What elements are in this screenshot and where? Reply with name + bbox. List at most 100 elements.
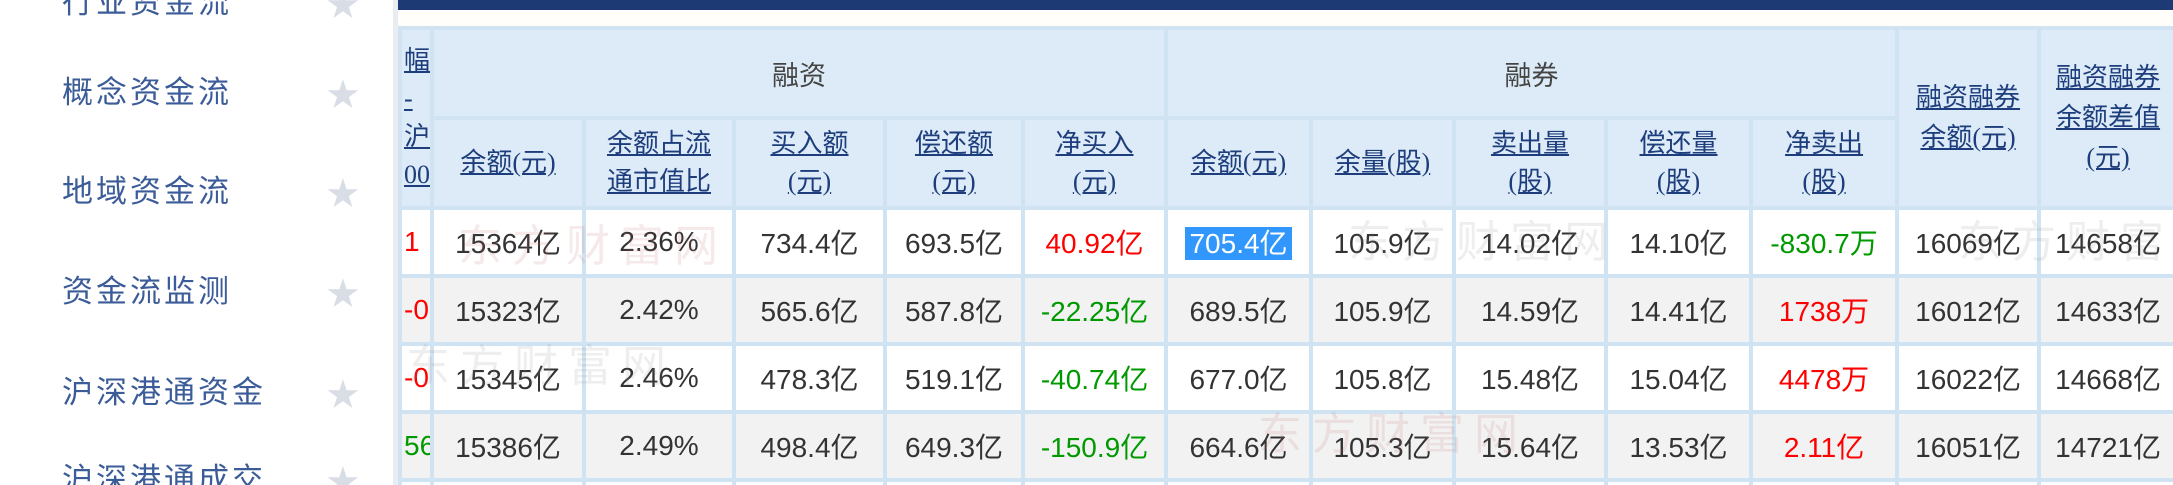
table-cell: 1738万 [1753,278,1896,342]
table-cell: -22.25亿 [1025,278,1165,342]
cell-change-clipped: 1 [402,210,430,274]
table-cell: 15345亿 [434,346,582,410]
table-cell: 105.9亿 [1313,210,1453,274]
table-cell: 14633亿 [2041,278,2173,342]
cell-change-clipped: -0 [402,278,430,342]
table-panel: 东方财富网 东方财富网 东方财富网 东方财富网 东方财富网 幅 -沪 00 融资… [398,0,2173,485]
sidebar-item-concept-fund-flow[interactable]: 概念资金流 ★ [0,71,393,117]
table-cell: 649.3亿 [887,414,1021,478]
sort-link[interactable]: 偿还额 (元) [915,129,993,196]
group-header-financing: 融资 [434,30,1165,116]
table-cell: 705.4亿 [1168,210,1310,274]
sidebar-item-fund-flow-monitor[interactable]: 资金流监测 ★ [0,270,393,316]
star-icon[interactable]: ★ [325,373,361,417]
star-icon[interactable]: ★ [325,0,361,27]
table-row: -0 15323亿 2.42% 565.6亿 587.8亿 -22.25亿 689.5亿 10… [402,278,2173,342]
sort-link[interactable]: 余额(元) [1191,148,1286,177]
table-cell: 587.8亿 [887,278,1021,342]
table-cell: 693.5亿 [887,210,1021,274]
star-icon[interactable]: ★ [325,73,361,117]
sidebar-item-region-fund-flow[interactable]: 地域资金流 ★ [0,170,393,216]
sort-link[interactable]: 融资融券 余额(元) [1916,83,2020,152]
table-cell: 15.48亿 [1456,346,1605,410]
col-header-fin-balance: 余额(元) [434,120,582,206]
table-cell: 519.1亿 [887,346,1021,410]
table-cell: 2.49% [586,414,732,478]
table-cell: 13.53亿 [1608,414,1750,478]
sort-link[interactable]: 余额占流 通市值比 [607,129,711,196]
col-header-short-repay-volume: 偿还量 (股) [1608,120,1750,206]
table-cell: 105.3亿 [1313,414,1453,478]
sort-link[interactable]: 买入额 (元) [770,129,848,196]
table-cell: 15323亿 [434,278,582,342]
table-cell: 105.8亿 [1313,346,1453,410]
sort-link[interactable]: 融资融券 余额差值 (元) [2056,63,2160,172]
star-icon[interactable]: ★ [325,460,361,485]
col-header-short-volume: 余量(股) [1313,120,1453,206]
sort-link[interactable]: 幅 -沪 00 [404,46,430,189]
col-header-margin-total-balance: 融资融券 余额(元) [1899,30,2038,206]
table-cell: 15.04亿 [1608,346,1750,410]
margin-trading-table: 幅 -沪 00 融资 融券 融资融券 余额(元) 融资融券 余额差值 (元) 余… [398,26,2173,485]
sidebar-item-hk-connect-turnover[interactable]: 沪深港通成交 ★ [0,458,393,485]
cell-change-clipped: 56 [402,414,430,478]
table-cell: 677.0亿 [1168,346,1310,410]
table-cell: 14.10亿 [1608,210,1750,274]
sort-link[interactable]: 偿还量 (股) [1640,129,1718,196]
table-cell: 2.42% [586,278,732,342]
sidebar-item-hk-connect-funds[interactable]: 沪深港通资金 ★ [0,371,393,417]
table-cell: 16069亿 [1899,210,2038,274]
star-icon[interactable]: ★ [325,272,361,316]
sidebar-item-industry-fund-flow[interactable]: 行业资金流 ★ [0,0,393,27]
col-header-sell-volume: 卖出量 (股) [1456,120,1605,206]
sidebar-item-label: 行业资金流 [62,0,232,20]
table-cell: 2.36% [586,210,732,274]
col-header-change-clipped: 幅 -沪 00 [402,30,430,206]
table-cell: 16012亿 [1899,278,2038,342]
selected-text-highlight: 705.4亿 [1185,227,1292,260]
table-cell: 14.41亿 [1608,278,1750,342]
table-cell: 2.46% [586,346,732,410]
sort-link[interactable]: 净卖出 (股) [1785,129,1863,196]
col-header-short-balance: 余额(元) [1168,120,1310,206]
sidebar-item-label: 沪深港通资金 [62,375,266,410]
table-cell: 105.9亿 [1313,278,1453,342]
page: 东方财富网 东方财富网 东方财富网 东方财富网 东方财富网 幅 -沪 00 融资… [0,0,2173,485]
table-cell: 2.11亿 [1753,414,1896,478]
table-row: -0 15345亿 2.46% 478.3亿 519.1亿 -40.74亿 677.0亿 10… [402,346,2173,410]
table-cell: 14.02亿 [1456,210,1605,274]
table-cell: 16051亿 [1899,414,2038,478]
col-header-net-buy: 净买入 (元) [1025,120,1165,206]
table-cell: 478.3亿 [736,346,883,410]
table-cell: 4478万 [1753,346,1896,410]
table-cell: -830.7万 [1753,210,1896,274]
table-cell: 565.6亿 [736,278,883,342]
table-cell: 14.59亿 [1456,278,1605,342]
table-cell: 15386亿 [434,414,582,478]
sidebar-item-label: 沪深港通成交 [62,462,266,485]
sort-link[interactable]: 卖出量 (股) [1491,129,1569,196]
table-cell: 14668亿 [2041,346,2173,410]
star-icon[interactable]: ★ [325,172,361,216]
table-row: 56 15386亿 2.49% 498.4亿 649.3亿 -150.9亿 664.6亿 10… [402,414,2173,478]
sidebar-item-label: 资金流监测 [62,274,232,309]
col-header-repay-amount: 偿还额 (元) [887,120,1021,206]
col-header-net-sell: 净卖出 (股) [1753,120,1896,206]
sort-link[interactable]: 净买入 (元) [1056,129,1134,196]
sort-link[interactable]: 余额(元) [460,148,555,177]
table-cell: 734.4亿 [736,210,883,274]
table-cell: 16022亿 [1899,346,2038,410]
sidebar-menu: 行业资金流 ★ 概念资金流 ★ 地域资金流 ★ 资金流监测 ★ 沪深港通资金 ★… [0,0,398,485]
group-header-short-selling: 融券 [1168,30,1896,116]
table-cell: -40.74亿 [1025,346,1165,410]
table-cell: 14658亿 [2041,210,2173,274]
col-header-buy-amount: 买入额 (元) [736,120,883,206]
cell-change-clipped: -0 [402,346,430,410]
table-cell: 498.4亿 [736,414,883,478]
sort-link[interactable]: 余量(股) [1335,148,1430,177]
table-cell: 15.64亿 [1456,414,1605,478]
col-header-fin-balance-ratio: 余额占流 通市值比 [586,120,732,206]
table-cell: 689.5亿 [1168,278,1310,342]
sidebar-item-label: 概念资金流 [62,75,232,110]
table-cell: -150.9亿 [1025,414,1165,478]
